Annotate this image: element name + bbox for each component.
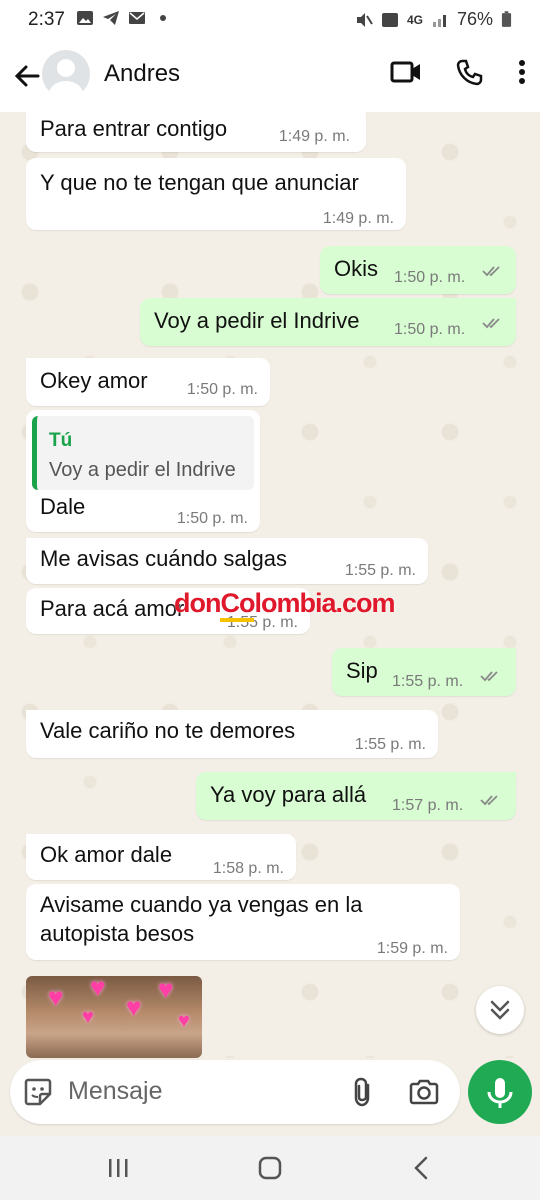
scroll-to-bottom-button[interactable] bbox=[476, 986, 524, 1034]
message-text: Ya voy para allá bbox=[210, 782, 367, 807]
microphone-icon bbox=[487, 1078, 513, 1108]
quoted-author: Tú bbox=[49, 430, 73, 451]
default-avatar-icon bbox=[49, 59, 83, 98]
system-navigation-bar bbox=[0, 1136, 540, 1200]
message-text: Voy a pedir el Indrive bbox=[154, 308, 360, 333]
message-text: Dale bbox=[40, 494, 86, 519]
message-bubble[interactable]: Avisame cuando ya vengas en la autopista… bbox=[26, 884, 460, 960]
message-bubble[interactable]: Y que no te tengan que anunciar 1:49 p. … bbox=[26, 158, 406, 230]
message-text: Sip bbox=[346, 658, 378, 683]
message-time: 1:55 p. m. bbox=[392, 673, 464, 690]
message-time: 1:50 p. m. bbox=[394, 269, 466, 286]
message-time: 1:55 p. m. bbox=[354, 736, 426, 753]
message-text: Para entrar contigo bbox=[40, 116, 228, 141]
voice-message-button[interactable] bbox=[468, 1060, 532, 1124]
quoted-text: Voy a pedir el Indrive bbox=[49, 459, 236, 481]
message-bubble[interactable]: Ya voy para allá 1:57 p. m. bbox=[196, 772, 516, 820]
read-receipt-icon bbox=[482, 318, 500, 329]
heart-icon: ♥ bbox=[178, 1010, 190, 1032]
message-bubble[interactable]: Okis 1:50 p. m. bbox=[320, 246, 516, 294]
contact-name[interactable]: Andres bbox=[104, 60, 180, 88]
signal-icon bbox=[432, 14, 446, 27]
watermark-logo: donColombia.com bbox=[174, 588, 396, 622]
message-time: 1:58 p. m. bbox=[212, 860, 284, 877]
sticker-emoji-icon[interactable] bbox=[22, 1076, 54, 1108]
message-bubble[interactable]: Me avisas cuándo salgas 1:55 p. m. bbox=[26, 538, 428, 584]
message-bubble[interactable]: Voy a pedir el Indrive 1:50 p. m. bbox=[140, 298, 516, 346]
contact-avatar[interactable] bbox=[42, 50, 90, 98]
back-nav-icon[interactable] bbox=[408, 1154, 436, 1182]
message-time: 1:55 p. m. bbox=[344, 562, 416, 579]
home-icon[interactable] bbox=[256, 1154, 284, 1182]
message-bubble[interactable]: Okey amor 1:50 p. m. bbox=[26, 358, 270, 406]
quoted-message[interactable]: Tú Voy a pedir el Indrive bbox=[32, 416, 254, 490]
more-options-icon[interactable] bbox=[518, 58, 526, 86]
message-text: Y que no te tengan que anunciar bbox=[40, 170, 359, 195]
status-time: 2:37 bbox=[28, 9, 65, 30]
message-text: Me avisas cuándo salgas bbox=[40, 546, 288, 571]
message-time: 1:50 p. m. bbox=[186, 381, 258, 398]
message-time: 1:59 p. m. bbox=[376, 940, 448, 957]
message-time: 1:49 p. m. bbox=[322, 210, 394, 227]
dot-notification-icon bbox=[160, 15, 166, 21]
double-chevron-down-icon bbox=[490, 1000, 510, 1020]
read-receipt-icon bbox=[480, 671, 498, 682]
gallery-notification-icon bbox=[77, 11, 93, 25]
telegram-notification-icon bbox=[103, 11, 119, 25]
heart-icon: ♥ bbox=[90, 976, 106, 1002]
read-receipt-icon bbox=[480, 795, 498, 806]
battery-icon bbox=[501, 11, 512, 27]
back-arrow-icon[interactable] bbox=[10, 58, 46, 94]
message-time: 1:57 p. m. bbox=[392, 797, 464, 814]
heart-icon: ♥ bbox=[158, 976, 174, 1004]
heart-icon: ♥ bbox=[82, 1006, 94, 1028]
message-time: 1:49 p. m. bbox=[278, 128, 350, 145]
network-type: 4G bbox=[406, 12, 423, 27]
message-text: Okis bbox=[334, 256, 378, 281]
message-time: 1:50 p. m. bbox=[394, 321, 466, 338]
status-bar: 2:37 4G 76% bbox=[0, 0, 540, 40]
message-text: Okey amor bbox=[40, 368, 148, 393]
message-bubble[interactable]: Ok amor dale 1:58 p. m. bbox=[26, 834, 296, 880]
heart-icon: ♥ bbox=[48, 982, 64, 1012]
message-bubble[interactable]: Vale cariño no te demores 1:55 p. m. bbox=[26, 710, 438, 758]
message-text: Ok amor dale bbox=[40, 842, 173, 867]
message-composer: Mensaje bbox=[10, 1060, 460, 1124]
camera-icon[interactable] bbox=[408, 1076, 440, 1108]
recent-apps-icon[interactable] bbox=[104, 1154, 132, 1182]
message-bubble[interactable]: Sip 1:55 p. m. bbox=[332, 648, 516, 696]
heart-icon: ♥ bbox=[126, 992, 142, 1022]
message-text: Avisame cuando ya vengas en la autopista… bbox=[40, 892, 363, 946]
message-time: 1:50 p. m. bbox=[176, 510, 248, 527]
read-receipt-icon bbox=[482, 266, 500, 277]
message-list[interactable]: Para entrar contigo 1:49 p. m. Y que no … bbox=[0, 112, 540, 1058]
mail-notification-icon bbox=[129, 12, 145, 24]
reply-message-bubble[interactable]: Tú Voy a pedir el Indrive Dale 1:50 p. m… bbox=[26, 410, 260, 532]
voice-call-icon[interactable] bbox=[456, 58, 484, 86]
message-input[interactable]: Mensaje bbox=[68, 1077, 163, 1106]
image-message[interactable]: ♥ ♥ ♥ ♥ ♥ ♥ bbox=[26, 976, 202, 1058]
message-bubble[interactable]: Para entrar contigo 1:49 p. m. bbox=[26, 112, 366, 152]
battery-percent: 76% bbox=[456, 9, 493, 29]
volte-icon bbox=[381, 12, 398, 27]
paperclip-icon[interactable] bbox=[348, 1076, 378, 1108]
video-call-icon[interactable] bbox=[390, 58, 422, 86]
mute-icon bbox=[356, 12, 373, 27]
message-text: Para acá amor bbox=[40, 596, 185, 621]
chat-header: Andres bbox=[0, 40, 540, 113]
message-text: Vale cariño no te demores bbox=[40, 718, 296, 743]
